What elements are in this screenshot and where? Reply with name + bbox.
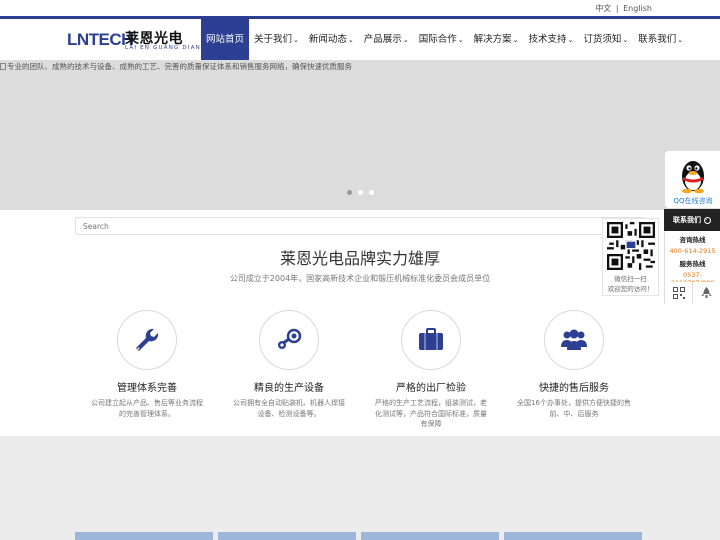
users-icon — [561, 329, 587, 350]
banner-dot[interactable] — [358, 190, 363, 195]
back-to-top-button[interactable] — [692, 282, 720, 304]
banner-image-alt: 专业的团队、成熟的技术与设备、成熟的工艺、完善的质量保证体系和销售服务网络，确保… — [0, 61, 352, 72]
qr-code-icon — [606, 222, 655, 270]
sidebar-tools — [664, 282, 720, 304]
qr-caption-1: 微信扫一扫 — [614, 275, 647, 283]
content-band — [0, 436, 720, 540]
contact-us-label: 联系我们 — [673, 216, 701, 224]
feature-desc: 全国16个办事处，提供方便快捷的售前、中、后服务 — [517, 399, 631, 418]
feature-desc: 公司拥有全自动贴装机、机器人焊接设备、检测设备等。 — [233, 399, 345, 418]
contact-us-button[interactable]: 联系我们 › — [664, 209, 720, 231]
wechat-qr-panel: 微信扫一扫 欢迎您的访问！ — [602, 218, 659, 296]
chevron-down-icon: ⌄ — [293, 36, 299, 44]
feature-icon-circle — [259, 310, 319, 370]
rocket-icon — [701, 286, 712, 298]
qr-code-button[interactable] — [665, 282, 692, 304]
chevron-down-icon: ⌄ — [677, 36, 684, 44]
feature-equipment: 精良的生产设备 公司拥有全自动贴装机、机器人焊接设备、检测设备等。 — [224, 310, 354, 419]
feature-icon-circle — [544, 310, 604, 370]
chevron-right-icon: › — [704, 216, 711, 224]
service-hotline-label: 服务热线 — [679, 260, 706, 268]
content-card[interactable] — [361, 532, 499, 540]
consult-hotline-number[interactable]: 400-614-2915 — [665, 247, 720, 255]
chevron-down-icon: ⌄ — [622, 36, 629, 44]
banner-pagination — [347, 190, 374, 195]
site-logo[interactable]: LNTECH 莱恩光电 LAI EN GUANG DIAN — [67, 29, 200, 51]
chevron-down-icon: ⌄ — [512, 36, 519, 44]
content-card[interactable] — [75, 532, 213, 540]
chevron-down-icon: ⌄ — [402, 36, 409, 44]
broken-image-icon — [0, 63, 6, 70]
hotline-panel: 咨询热线 400-614-2915 服务热线 0537-3169707/808 — [664, 231, 720, 287]
qq-penguin-icon — [682, 161, 704, 194]
content-card[interactable] — [218, 532, 356, 540]
search-input[interactable] — [75, 217, 646, 235]
chevron-down-icon: ⌄ — [567, 36, 574, 44]
hero-banner[interactable]: 专业的团队、成熟的技术与设备、成熟的工艺、完善的质量保证体系和销售服务网络，确保… — [0, 60, 720, 210]
feature-title: 快捷的售后服务 — [539, 383, 609, 394]
qq-consult-button[interactable]: QQ在线咨询 — [664, 150, 720, 209]
nav-item-news[interactable]: 新闻动态⌄ — [304, 19, 359, 60]
qr-small-icon — [672, 287, 685, 299]
main-nav: 网站首页 关于我们⌄ 新闻动态⌄ 产品展示⌄ 国际合作⌄ 解决方案⌄ 技术支持⌄… — [201, 19, 688, 60]
feature-service: 快捷的售后服务 全国16个办事处，提供方便快捷的售前、中、后服务 — [509, 310, 639, 419]
content-card[interactable] — [504, 532, 642, 540]
feature-inspection: 严格的出厂检验 严格的生产工艺流程，组装测试，老化测试等，产品符合国际标准，质量… — [366, 310, 496, 430]
feature-desc: 严格的生产工艺流程，组装测试，老化测试等，产品符合国际标准，质量有保障 — [375, 399, 487, 428]
card-row — [75, 532, 642, 540]
qr-caption-2: 欢迎您的访问！ — [607, 285, 654, 294]
nav-item-products[interactable]: 产品展示⌄ — [359, 19, 414, 60]
nav-item-ordering[interactable]: 订货须知⌄ — [578, 19, 633, 60]
feature-management: 管理体系完善 公司建立起从产品、售后等业务流程的完善管理体系。 — [82, 310, 212, 419]
qq-consult-label: QQ在线咨询 — [673, 197, 713, 205]
feature-title: 严格的出厂检验 — [396, 383, 466, 394]
language-switcher: 中文 | English — [594, 3, 653, 14]
consult-hotline-label: 咨询热线 — [679, 236, 706, 244]
briefcase-icon — [419, 328, 443, 350]
nav-item-home[interactable]: 网站首页 — [201, 19, 250, 60]
chevron-down-icon: ⌄ — [347, 36, 354, 44]
chevron-down-icon: ⌄ — [457, 36, 464, 44]
lang-chinese-link[interactable]: 中文 — [595, 4, 611, 13]
lang-separator: | — [615, 4, 619, 13]
banner-dot[interactable] — [347, 190, 352, 195]
logo-mark: LNTECH — [67, 30, 133, 49]
nav-item-support[interactable]: 技术支持⌄ — [523, 19, 578, 60]
feature-icon-circle — [401, 310, 461, 370]
feature-title: 精良的生产设备 — [254, 383, 324, 394]
nav-item-solutions[interactable]: 解决方案⌄ — [469, 19, 524, 60]
nav-item-international[interactable]: 国际合作⌄ — [414, 19, 469, 60]
feature-icon-circle — [117, 310, 177, 370]
banner-dot[interactable] — [369, 190, 374, 195]
nav-item-contact[interactable]: 联系我们⌄ — [633, 19, 688, 60]
nav-item-about[interactable]: 关于我们⌄ — [249, 19, 304, 60]
feature-desc: 公司建立起从产品、售后等业务流程的完善管理体系。 — [91, 399, 203, 418]
logo-pinyin: LAI EN GUANG DIAN — [125, 45, 201, 51]
wrench-icon — [136, 328, 159, 351]
lang-english-link[interactable]: English — [623, 4, 652, 13]
feature-title: 管理体系完善 — [117, 383, 177, 394]
steam-icon — [278, 328, 302, 349]
